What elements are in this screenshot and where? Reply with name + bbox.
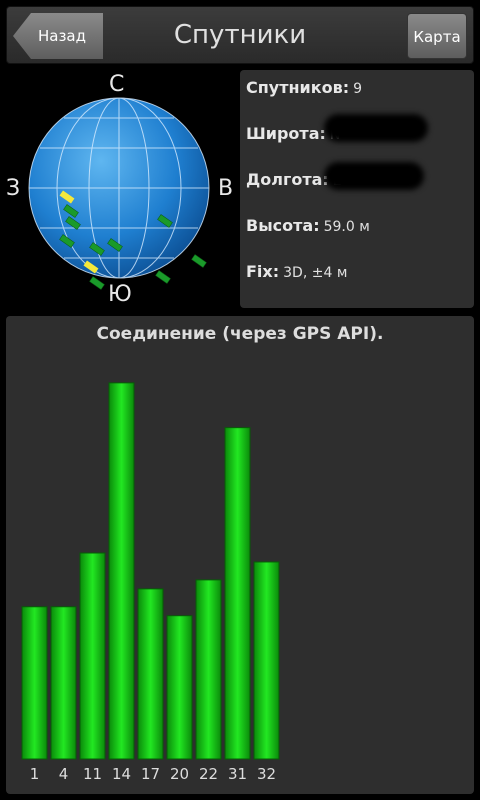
satellite-id-label: 4	[59, 765, 69, 783]
satellites-label: Спутников:	[246, 78, 350, 97]
satellite-id-label: 32	[257, 765, 276, 783]
satellite-id-label: 11	[83, 765, 102, 783]
satellite-id-label: 1	[30, 765, 40, 783]
signal-chart-panel: Соединение (через GPS API). 1 4 11 14 17 20 22…	[6, 316, 474, 794]
signal-chart: 1 4 11 14 17 20 22 31 32	[21, 382, 280, 783]
satellites-value: 9	[353, 81, 363, 97]
satellite-globe: С Ю З В	[0, 68, 238, 310]
altitude-label: Высота:	[246, 216, 320, 235]
satellite-id-label: 17	[141, 765, 160, 783]
map-button[interactable]: Карта	[407, 13, 467, 59]
latitude-label: Широта:	[246, 124, 326, 143]
satellite-id-label: 22	[199, 765, 218, 783]
latitude-redaction	[324, 114, 428, 142]
fix-value: 3D, ±4 м	[283, 265, 348, 281]
satellites-row: Спутников: 9	[246, 78, 362, 97]
fix-label: Fix:	[246, 262, 280, 281]
longitude-label: Долгота:	[246, 170, 329, 189]
signal-bar-17	[137, 588, 164, 760]
action-bar: Назад Спутники Карта	[6, 6, 474, 64]
altitude-row: Высота: 59.0 м	[246, 216, 370, 235]
signal-bar-11	[79, 552, 106, 760]
signal-bar-32	[253, 561, 280, 760]
altitude-value: 59.0 м	[323, 219, 370, 235]
signal-bar-4	[50, 606, 77, 760]
satellite-id-label: 31	[228, 765, 247, 783]
page-title: Спутники	[173, 20, 307, 50]
signal-bar-20	[166, 615, 193, 760]
signal-bar-1	[21, 606, 48, 760]
satellite-id-label: 20	[170, 765, 189, 783]
globe-icon	[28, 97, 210, 290]
signal-bar-22	[195, 579, 222, 760]
satellite-id-label: 14	[112, 765, 131, 783]
signal-bar-31	[224, 427, 251, 760]
signal-bar-14	[108, 382, 135, 760]
longitude-redaction	[324, 162, 424, 190]
fix-row: Fix: 3D, ±4 м	[246, 262, 347, 281]
info-panel: Спутников:9 Широта:N Долгота:E Высота:59…	[240, 70, 474, 308]
